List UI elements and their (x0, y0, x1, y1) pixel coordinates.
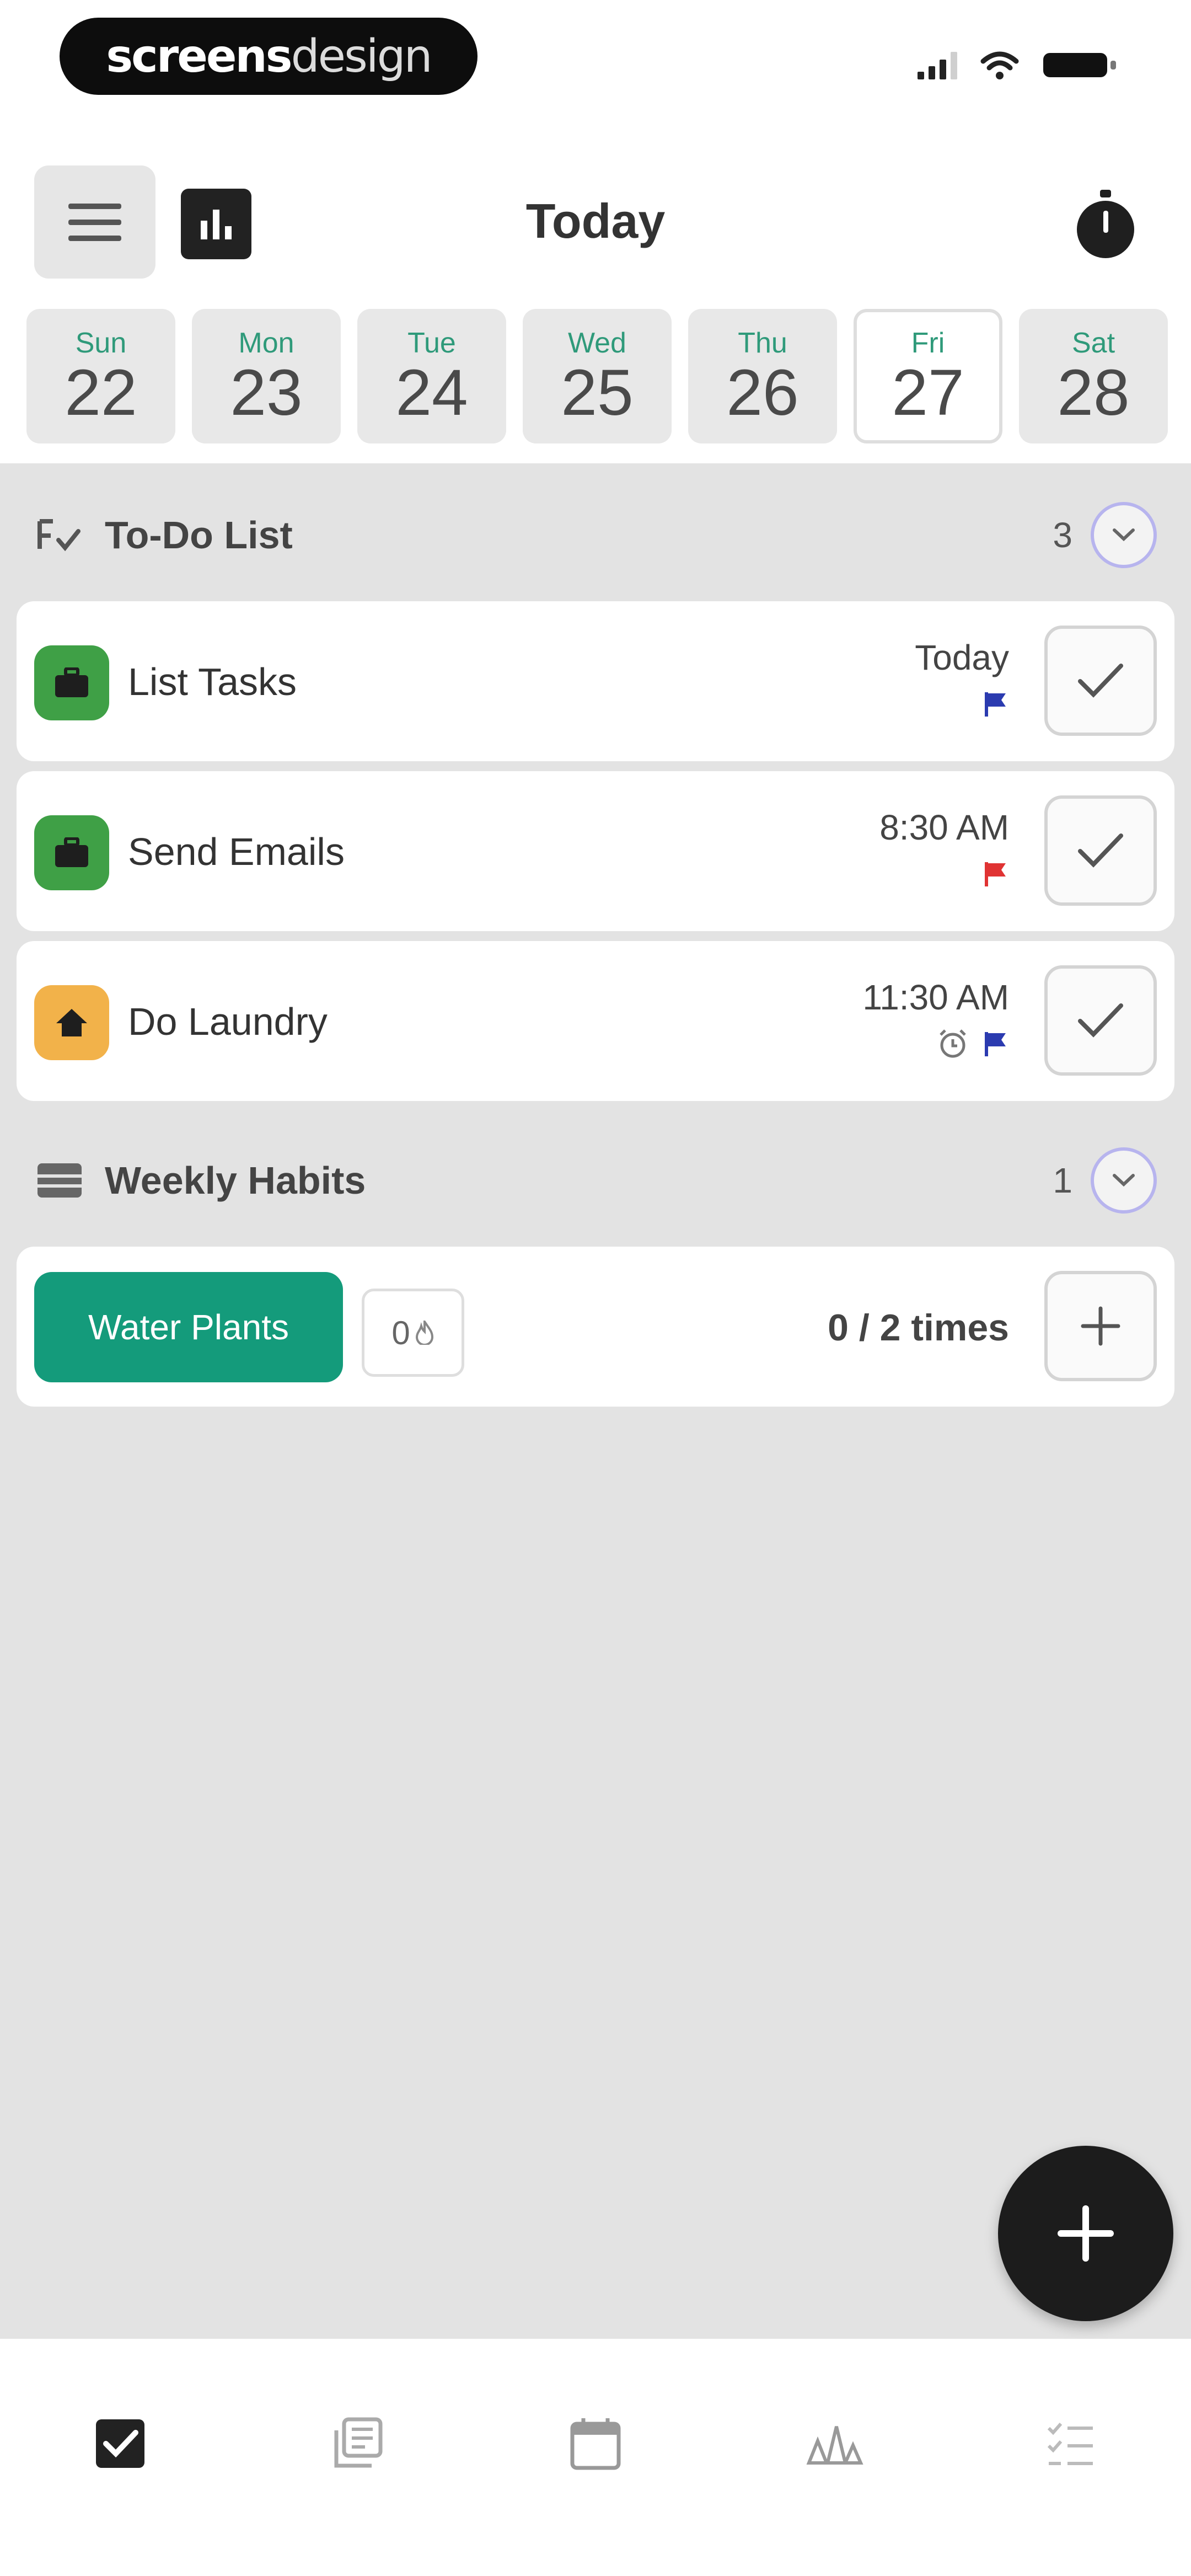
battery-icon (1043, 53, 1116, 77)
day-number: 23 (230, 356, 303, 429)
nav-checklist-tab[interactable] (1010, 2394, 1131, 2493)
plus-icon (1058, 2205, 1114, 2262)
todo-count: 3 (1053, 515, 1072, 555)
main-content: To-Do List 3 List Tasks Today Send Email… (0, 463, 1191, 2339)
task-category-badge (34, 645, 109, 720)
habit-name-chip[interactable]: Water Plants (34, 1272, 343, 1382)
day-name: Sun (75, 327, 127, 359)
nav-habits-tab[interactable] (773, 2394, 894, 2493)
flag-icon (985, 1032, 1006, 1056)
habits-collapse-button[interactable] (1091, 1147, 1157, 1214)
day-name: Sat (1071, 327, 1115, 359)
wifi-icon (980, 51, 1019, 79)
flag-icon (985, 862, 1006, 886)
day-name: Wed (568, 327, 626, 359)
day-sat[interactable]: Sat 28 (1019, 309, 1168, 443)
task-due: Today (915, 638, 1009, 677)
habit-streak-badge: 0 (362, 1289, 464, 1377)
task-name: List Tasks (128, 660, 297, 703)
day-wed[interactable]: Wed 25 (523, 309, 672, 443)
app-header: Today (0, 160, 1191, 287)
day-name: Mon (238, 327, 294, 359)
day-tue[interactable]: Tue 24 (357, 309, 506, 443)
nav-notes-tab[interactable] (297, 2394, 418, 2493)
day-sun[interactable]: Sun 22 (26, 309, 175, 443)
calendar-icon (570, 2418, 621, 2470)
day-name: Thu (738, 327, 787, 359)
checkbox-icon (96, 2419, 144, 2468)
todo-section-title: To-Do List (105, 514, 293, 557)
week-strip: Sun 22 Mon 23 Tue 24 Wed 25 Thu 26 Fri 2… (26, 309, 1171, 447)
day-name: Fri (911, 327, 945, 359)
day-number: 27 (892, 356, 964, 429)
increment-habit-button[interactable] (1044, 1271, 1157, 1381)
plus-icon (1081, 1306, 1120, 1346)
home-icon (56, 1009, 87, 1036)
flame-icon (415, 1321, 433, 1345)
habits-icon (806, 2426, 863, 2465)
task-category-badge (34, 985, 109, 1060)
status-bar: screensdesign (0, 0, 1191, 110)
day-thu[interactable]: Thu 26 (688, 309, 837, 443)
checklist-icon (1047, 2423, 1093, 2465)
habits-calendar-icon (37, 1163, 82, 1198)
day-number: 22 (65, 356, 137, 429)
todo-collapse-button[interactable] (1091, 502, 1157, 568)
day-mon[interactable]: Mon 23 (192, 309, 341, 443)
complete-task-button[interactable] (1044, 965, 1157, 1076)
alarm-icon (940, 1029, 966, 1058)
day-number: 28 (1057, 356, 1130, 429)
task-due: 11:30 AM (862, 977, 1009, 1017)
complete-task-button[interactable] (1044, 626, 1157, 736)
stopwatch-icon (1077, 190, 1134, 258)
habits-count: 1 (1053, 1161, 1072, 1200)
habit-progress: 0 / 2 times (828, 1307, 1009, 1349)
day-number: 25 (561, 356, 634, 429)
task-category-badge (34, 815, 109, 890)
nav-calendar-tab[interactable] (535, 2394, 656, 2493)
checkmark-icon (1078, 1003, 1123, 1038)
complete-task-button[interactable] (1044, 795, 1157, 906)
task-name: Send Emails (128, 830, 345, 873)
nav-tasks-tab[interactable] (60, 2394, 181, 2493)
checkmark-icon (1078, 833, 1123, 868)
brand-logo: screensdesign (60, 18, 478, 95)
habit-card[interactable]: Water Plants 0 0 / 2 times (17, 1247, 1174, 1407)
briefcase-icon (55, 837, 88, 867)
task-due: 8:30 AM (879, 808, 1009, 847)
day-fri-selected[interactable]: Fri 27 (854, 309, 1002, 443)
bottom-navigation (0, 2339, 1191, 2576)
checkmark-icon (1078, 664, 1123, 698)
notes-icon (334, 2417, 383, 2468)
add-item-fab[interactable] (998, 2146, 1173, 2321)
task-card[interactable]: Send Emails 8:30 AM (17, 771, 1174, 931)
page-title: Today (525, 194, 666, 248)
brand-bold: screens (106, 30, 292, 83)
chevron-down-icon (1113, 1174, 1135, 1187)
flag-icon (985, 692, 1006, 717)
cellular-signal-icon (918, 51, 957, 79)
brand-light: design (291, 30, 433, 83)
task-name: Do Laundry (128, 1000, 328, 1043)
todo-list-icon (37, 519, 81, 552)
timer-button[interactable] (1070, 189, 1141, 260)
chevron-down-icon (1113, 528, 1135, 542)
habit-streak-value: 0 (391, 1314, 410, 1351)
day-number: 26 (726, 356, 799, 429)
task-card[interactable]: Do Laundry 11:30 AM (17, 941, 1174, 1101)
day-name: Tue (407, 327, 456, 359)
task-card[interactable]: List Tasks Today (17, 601, 1174, 761)
briefcase-icon (55, 667, 88, 697)
habits-section-title: Weekly Habits (105, 1159, 366, 1202)
todo-section-header: To-Do List 3 (0, 480, 1191, 590)
habits-section-header: Weekly Habits 1 (0, 1125, 1191, 1236)
day-number: 24 (395, 356, 468, 429)
